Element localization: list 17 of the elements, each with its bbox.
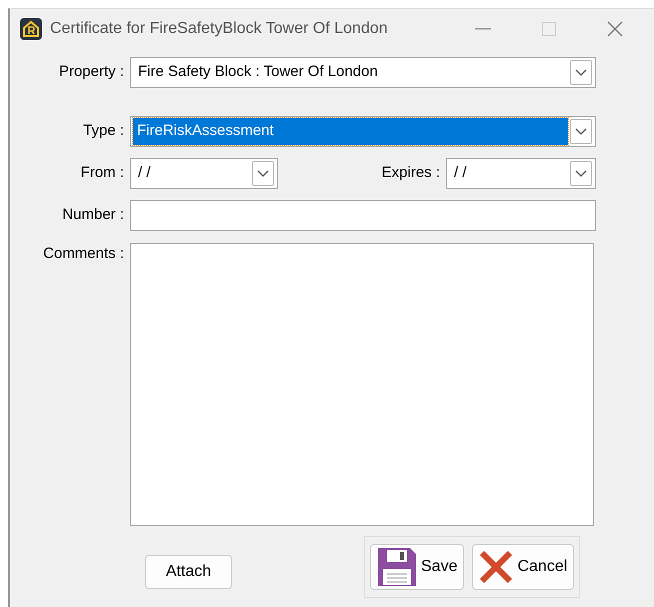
date-picker[interactable]: / / — [446, 158, 596, 189]
type-dropdown[interactable]: FireRiskAssessment — [130, 116, 596, 147]
cross-icon — [479, 550, 514, 584]
field-label: Number : — [61, 205, 125, 226]
attach-button[interactable]: Attach — [145, 555, 232, 589]
field-label: Expires : — [380, 163, 441, 184]
field-label: From : — [80, 163, 125, 184]
field-label: Type : — [82, 121, 125, 142]
save-button[interactable]: Save — [370, 544, 464, 590]
input-field[interactable] — [130, 200, 596, 231]
field-label: Comments : — [42, 244, 125, 264]
date-picker[interactable]: / / — [130, 158, 278, 189]
window-title: Certificate for FireSafetyBlock Tower Of London — [50, 19, 389, 39]
cancel-button[interactable]: Cancel — [472, 544, 574, 590]
app-logo-icon — [20, 18, 42, 40]
property-dropdown[interactable]: Fire Safety Block : Tower Of London — [130, 57, 596, 88]
field-label: Property : — [58, 62, 125, 82]
